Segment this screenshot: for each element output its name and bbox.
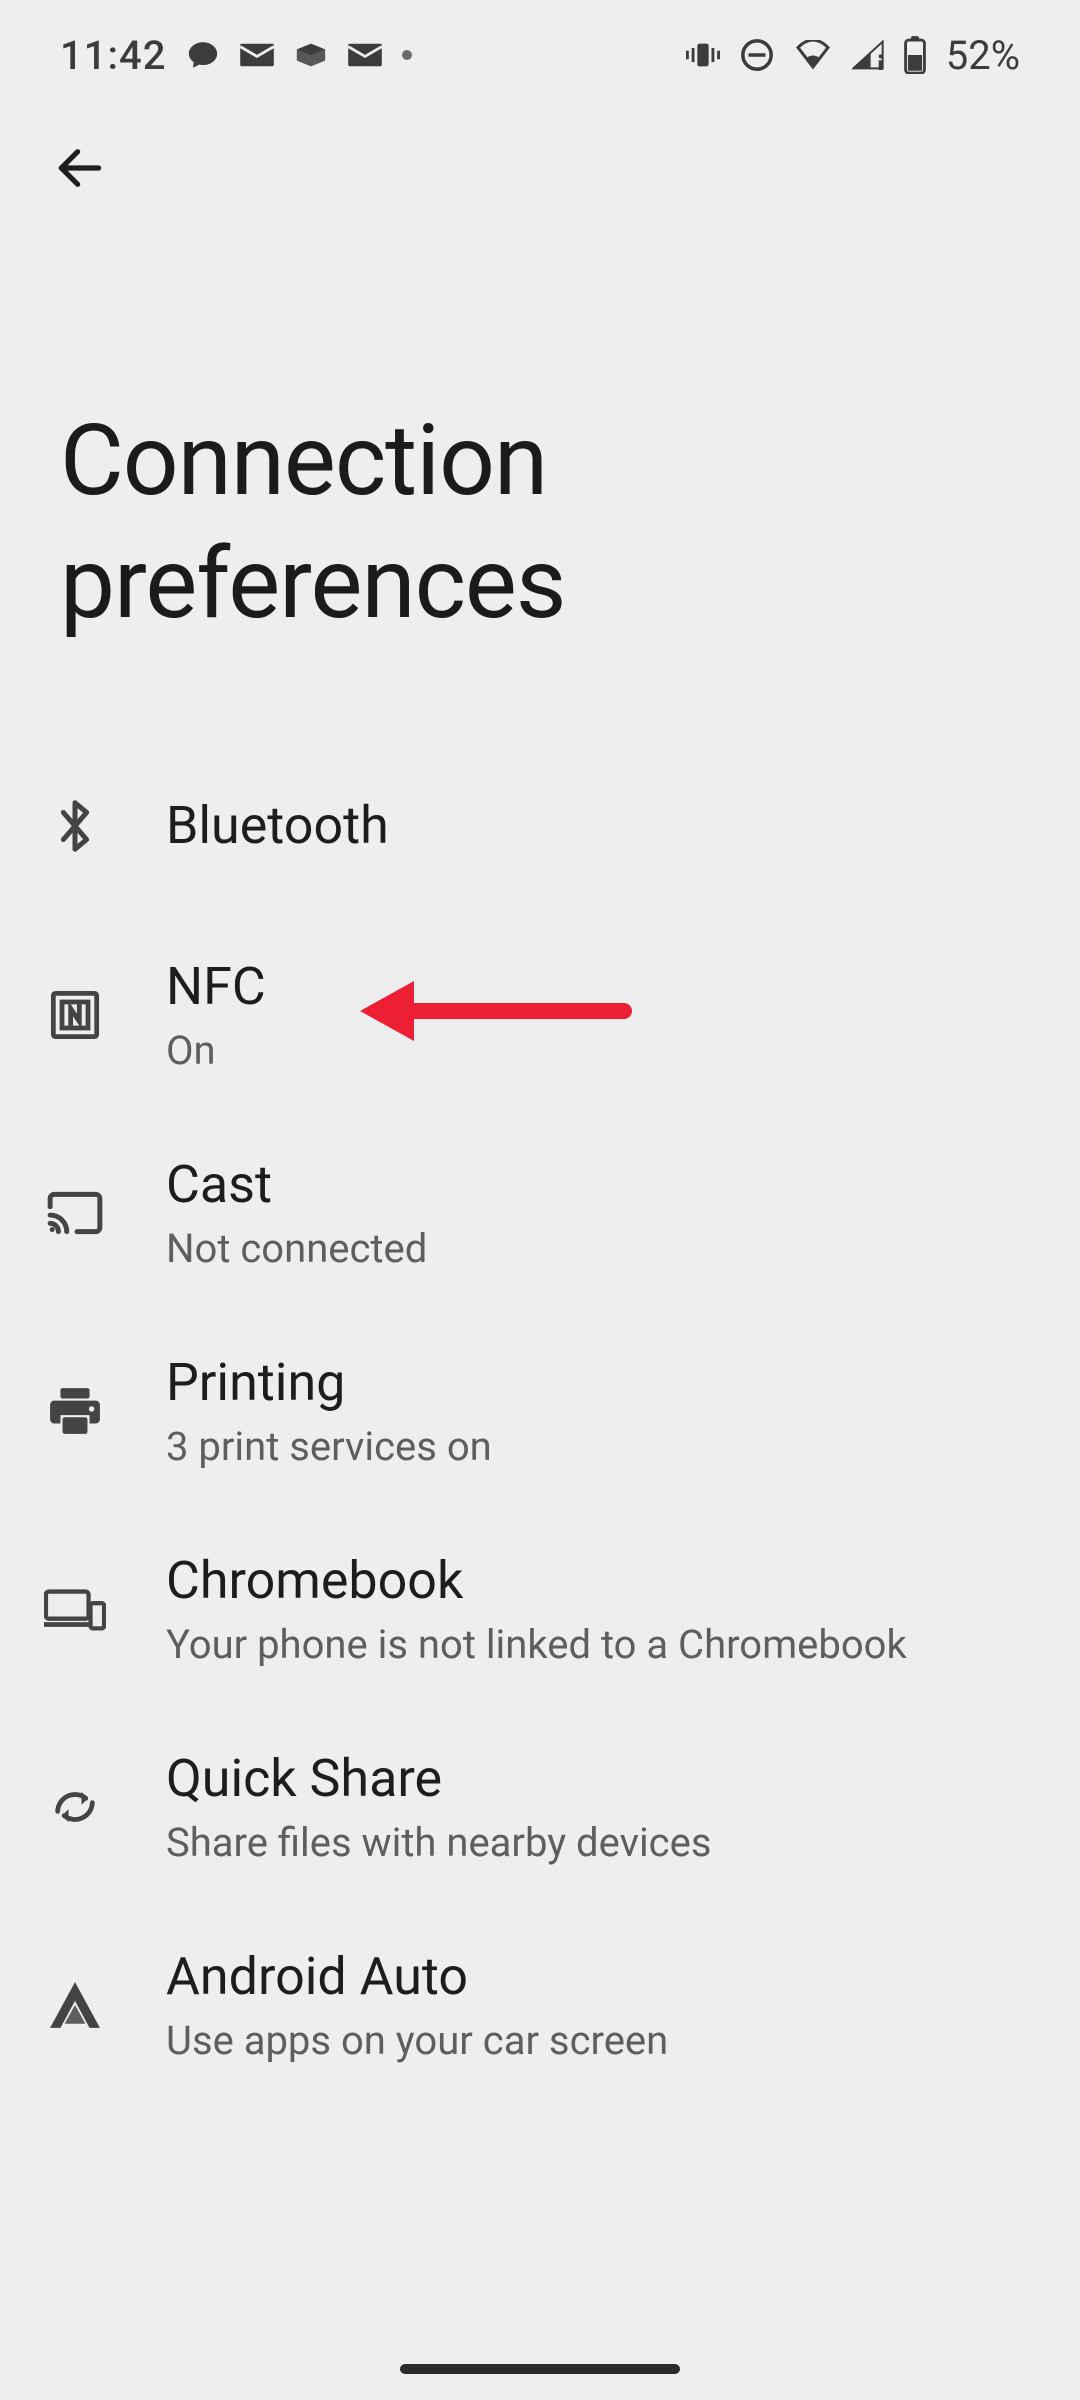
status-bar: 11:42 52% [0,0,1080,110]
setting-bluetooth[interactable]: Bluetooth [0,735,1080,916]
setting-subtitle: 3 print services on [166,1423,492,1470]
setting-title: Chromebook [166,1550,907,1611]
setting-title: Bluetooth [166,775,389,876]
setting-subtitle: Share files with nearby devices [166,1819,711,1866]
chromebook-icon [40,1586,110,1632]
back-button[interactable] [40,130,120,210]
setting-chromebook[interactable]: Chromebook Your phone is not linked to a… [0,1510,1080,1708]
status-left: 11:42 [60,32,412,79]
arrow-back-icon [52,140,108,200]
setting-nfc[interactable]: NFC On [0,916,1080,1114]
gesture-nav-bar[interactable] [400,2364,680,2374]
android-auto-icon [40,1980,110,2030]
setting-android-auto[interactable]: Android Auto Use apps on your car screen [0,1906,1080,2104]
nfc-icon [40,989,110,1041]
setting-title: Quick Share [166,1748,711,1809]
setting-title: Printing [166,1352,492,1413]
vibrate-icon [686,38,720,72]
setting-title: Android Auto [166,1946,668,2007]
battery-icon [904,36,926,74]
setting-texts: Quick Share Share files with nearby devi… [166,1748,711,1866]
setting-texts: Printing 3 print services on [166,1352,492,1470]
mail-icon [348,41,382,69]
signal-icon [852,40,884,70]
box-icon [294,40,328,70]
setting-printing[interactable]: Printing 3 print services on [0,1312,1080,1510]
setting-texts: Android Auto Use apps on your car screen [166,1946,668,2064]
setting-subtitle: Not connected [166,1225,427,1272]
battery-text: 52% [946,32,1020,79]
setting-texts: Bluetooth [166,775,389,876]
print-icon [40,1386,110,1436]
setting-texts: Cast Not connected [166,1154,427,1272]
settings-list: Bluetooth NFC On Cast Not connected Prin… [0,735,1080,2104]
setting-quick-share[interactable]: Quick Share Share files with nearby devi… [0,1708,1080,1906]
cast-icon [40,1189,110,1237]
app-bar [0,110,1080,230]
status-time: 11:42 [60,32,166,79]
quick-share-icon [40,1781,110,1833]
setting-subtitle: Your phone is not linked to a Chromebook [166,1621,907,1668]
setting-texts: Chromebook Your phone is not linked to a… [166,1550,907,1668]
setting-cast[interactable]: Cast Not connected [0,1114,1080,1312]
setting-title: NFC [166,956,266,1017]
bluetooth-icon [40,797,110,855]
outlook-icon [240,41,274,69]
setting-subtitle: Use apps on your car screen [166,2017,668,2064]
setting-texts: NFC On [166,956,266,1074]
setting-subtitle: On [166,1027,266,1074]
status-right: 52% [686,32,1020,79]
more-notifications-dot [402,50,412,60]
setting-title: Cast [166,1154,427,1215]
dnd-icon [740,38,774,72]
page-title: Connection preferences [0,230,1080,735]
chat-icon [186,38,220,72]
wifi-icon [794,40,832,70]
